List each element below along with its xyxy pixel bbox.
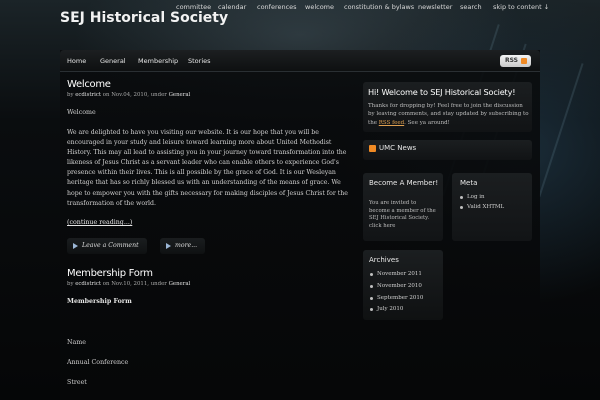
field-label-annual-conference: Annual Conference (67, 359, 129, 366)
post-meta: by ecdistrict on Nov.04, 2010, under Gen… (67, 92, 190, 98)
meta-title: Meta (460, 179, 478, 187)
main-navigation: Home General Membership Stories (60, 50, 540, 72)
rss-subscribe-button[interactable]: RSS (500, 55, 531, 67)
meta-on: on (102, 92, 110, 98)
post-title[interactable]: Membership Form (67, 268, 153, 279)
more-arrow-icon (166, 243, 171, 249)
topnav-committee[interactable]: committee (176, 3, 211, 11)
umc-news-title[interactable]: UMC News (379, 144, 416, 152)
topnav-search[interactable]: search (460, 3, 482, 11)
continue-reading-link[interactable]: (continue reading...) (67, 219, 132, 226)
post-author[interactable]: ecdistrict (75, 281, 101, 287)
field-label-street: Street (67, 379, 87, 386)
more-button[interactable]: more... (160, 238, 205, 254)
archive-link[interactable]: November 2011 (370, 271, 422, 277)
rss-feed-link[interactable]: RSS feed (379, 120, 404, 126)
topnav-skip-to-content[interactable]: skip to content ↓ (493, 3, 549, 11)
post-body: We are delighted to have you visiting ou… (67, 129, 348, 207)
nav-membership[interactable]: Membership (138, 57, 178, 65)
comment-arrow-icon (73, 243, 78, 249)
archive-link[interactable]: September 2010 (369, 295, 423, 301)
post-author[interactable]: ecdistrict (75, 92, 101, 98)
rss-icon (369, 145, 376, 152)
meta-by: by (67, 92, 74, 98)
meta-login-link[interactable]: Log in (460, 194, 485, 200)
nav-general[interactable]: General (100, 57, 126, 65)
become-member-text[interactable]: You are invited to become a member of th… (369, 200, 437, 230)
topnav-welcome[interactable]: welcome (305, 3, 334, 11)
meta-under: , under (147, 92, 167, 98)
archive-link[interactable]: July 2010 (369, 306, 403, 312)
top-navigation: committee calendar conferences welcome c… (170, 3, 600, 15)
topnav-calendar[interactable]: calendar (218, 3, 246, 11)
topnav-constitution-bylaws[interactable]: constitution & bylaws (344, 3, 414, 11)
meta-valid-xhtml-link[interactable]: Valid XHTML (459, 204, 504, 210)
more-label: more... (175, 242, 198, 249)
post-category[interactable]: General (169, 281, 191, 287)
post-meta: by ecdistrict on Nov.10, 2011, under Gen… (67, 281, 190, 287)
meta-under: , under (147, 281, 167, 287)
welcome-text-after: . See ya around! (404, 119, 450, 126)
topnav-conferences[interactable]: conferences (257, 3, 297, 11)
nav-stories[interactable]: Stories (188, 57, 211, 65)
rss-label: RSS (505, 57, 518, 64)
leave-comment-label: Leave a Comment (82, 242, 139, 249)
field-label-name: Name (67, 339, 86, 346)
membership-form-heading: Membership Form (67, 298, 132, 305)
post-title[interactable]: Welcome (67, 79, 111, 90)
welcome-widget-title: Hi! Welcome to SEJ Historical Society! (368, 87, 516, 97)
welcome-widget-text: Thanks for dropping by! Feel free to joi… (368, 102, 530, 127)
archive-link[interactable]: November 2010 (370, 283, 422, 289)
nav-home[interactable]: Home (67, 57, 86, 65)
topnav-newsletter[interactable]: newsletter (418, 3, 452, 11)
become-member-title: Become A Member! (369, 179, 439, 187)
post-category[interactable]: General (169, 92, 191, 98)
leave-comment-button[interactable]: Leave a Comment (67, 238, 147, 254)
meta-by: by (67, 281, 74, 287)
post-date: Nov.04, 2010 (111, 92, 148, 98)
post-date: Nov.10, 2011 (111, 281, 148, 287)
archives-title: Archives (369, 256, 399, 264)
rss-icon (521, 58, 527, 64)
meta-on: on (102, 281, 110, 287)
post-intro: Welcome (67, 109, 96, 116)
